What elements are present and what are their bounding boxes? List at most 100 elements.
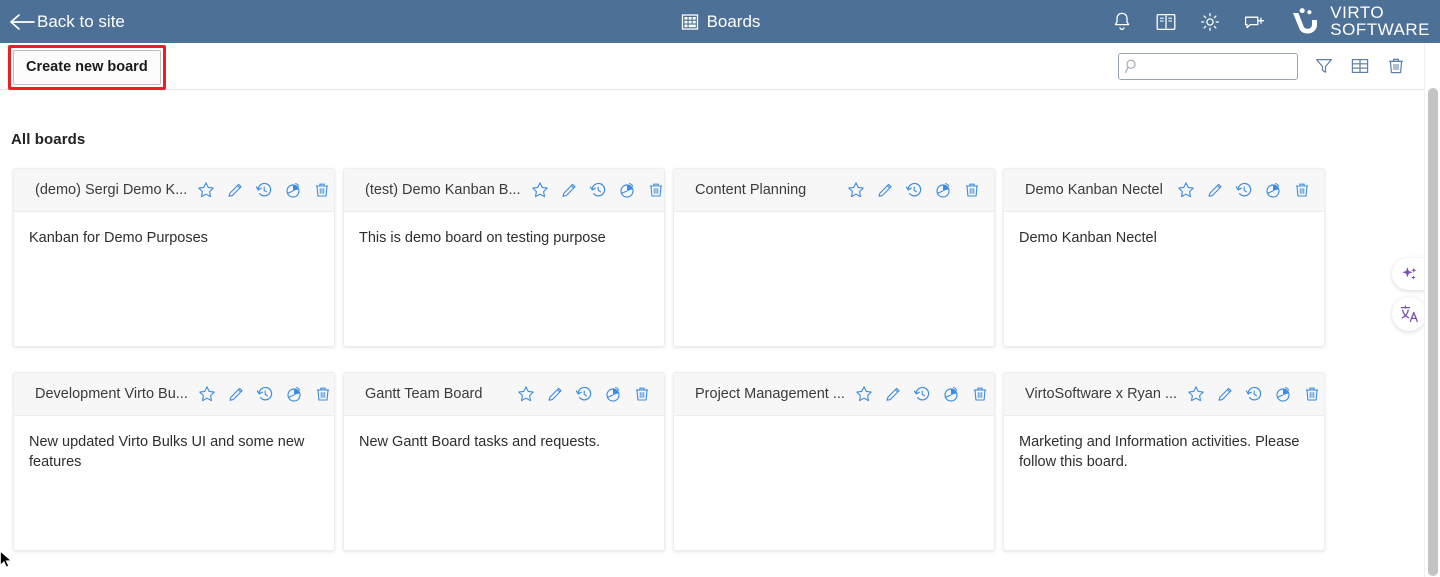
board-card-description: Marketing and Information activities. Pl… bbox=[1019, 434, 1300, 470]
documentation-icon[interactable] bbox=[1154, 10, 1178, 34]
edit-pencil-icon[interactable] bbox=[876, 181, 894, 199]
toolbar-actions bbox=[1118, 52, 1440, 80]
board-card-title[interactable]: Project Management ... bbox=[695, 386, 845, 402]
boards-toolbar: Create new board bbox=[0, 43, 1440, 90]
boards-grid: (demo) Sergi Demo K... Kanban for Demo Pu… bbox=[0, 148, 1406, 551]
board-card-header: Development Virto Bu... bbox=[14, 373, 334, 416]
edit-pencil-icon[interactable] bbox=[884, 385, 902, 403]
board-card-header: (test) Demo Kanban B... bbox=[344, 169, 664, 212]
board-card[interactable]: Development Virto Bu... New updated Virto… bbox=[13, 372, 335, 551]
settings-gear-icon[interactable] bbox=[1198, 10, 1222, 34]
board-card-actions bbox=[1187, 385, 1321, 403]
board-card-title[interactable]: Demo Kanban Nectel bbox=[1025, 182, 1163, 198]
board-card-actions bbox=[847, 181, 981, 199]
translate-button[interactable] bbox=[1392, 297, 1426, 331]
board-card-description: New updated Virto Bulks UI and some new … bbox=[29, 434, 305, 470]
board-card-description bbox=[674, 212, 994, 346]
page-title: Boards bbox=[706, 12, 761, 31]
favorite-star-icon[interactable] bbox=[1187, 385, 1205, 403]
section-title: All boards bbox=[11, 131, 86, 148]
board-card-title[interactable]: Content Planning bbox=[695, 182, 806, 198]
favorite-star-icon[interactable] bbox=[531, 181, 549, 199]
chart-pie-icon[interactable] bbox=[285, 385, 303, 403]
board-card-actions bbox=[198, 385, 332, 403]
edit-pencil-icon[interactable] bbox=[1216, 385, 1234, 403]
chart-pie-icon[interactable] bbox=[604, 385, 622, 403]
delete-trash-icon[interactable] bbox=[313, 181, 331, 199]
board-card-title[interactable]: VirtoSoftware x Ryan ... bbox=[1025, 386, 1177, 402]
back-to-site-link[interactable]: Back to site bbox=[9, 12, 125, 32]
ai-assistant-button[interactable] bbox=[1392, 258, 1428, 290]
board-card-title[interactable]: (test) Demo Kanban B... bbox=[365, 182, 521, 198]
feedback-chat-icon[interactable] bbox=[1242, 10, 1266, 34]
delete-trash-icon[interactable] bbox=[633, 385, 651, 403]
board-card[interactable]: Project Management ... bbox=[673, 372, 995, 551]
board-card-header: VirtoSoftware x Ryan ... bbox=[1004, 373, 1324, 416]
history-clock-icon[interactable] bbox=[1245, 385, 1263, 403]
board-card-actions bbox=[517, 385, 651, 403]
edit-pencil-icon[interactable] bbox=[546, 385, 564, 403]
notifications-icon[interactable] bbox=[1110, 10, 1134, 34]
delete-trash-icon[interactable] bbox=[314, 385, 332, 403]
board-card[interactable]: VirtoSoftware x Ryan ... Marketing and In… bbox=[1003, 372, 1325, 551]
edit-pencil-icon[interactable] bbox=[560, 181, 578, 199]
delete-trash-icon[interactable] bbox=[647, 181, 665, 199]
board-card-title[interactable]: (demo) Sergi Demo K... bbox=[35, 182, 187, 198]
brand-line-2: SOFTWARE bbox=[1330, 19, 1430, 39]
favorite-star-icon[interactable] bbox=[517, 385, 535, 403]
chart-pie-icon[interactable] bbox=[934, 181, 952, 199]
board-card-title[interactable]: Development Virto Bu... bbox=[35, 386, 188, 402]
filter-funnel-icon[interactable] bbox=[1314, 56, 1334, 76]
favorite-star-icon[interactable] bbox=[198, 385, 216, 403]
create-new-board-highlight: Create new board bbox=[8, 45, 166, 90]
delete-trash-icon[interactable] bbox=[1303, 385, 1321, 403]
chart-pie-icon[interactable] bbox=[1264, 181, 1282, 199]
board-card-description: Demo Kanban Nectel bbox=[1019, 230, 1157, 246]
history-clock-icon[interactable] bbox=[589, 181, 607, 199]
history-clock-icon[interactable] bbox=[255, 181, 273, 199]
board-card[interactable]: (demo) Sergi Demo K... Kanban for Demo Pu… bbox=[13, 168, 335, 347]
floating-action-stack bbox=[1392, 258, 1428, 331]
chart-pie-icon[interactable] bbox=[942, 385, 960, 403]
board-card-header: Project Management ... bbox=[674, 373, 994, 416]
delete-trash-icon[interactable] bbox=[971, 385, 989, 403]
board-card[interactable]: (test) Demo Kanban B... This is demo boar… bbox=[343, 168, 665, 347]
favorite-star-icon[interactable] bbox=[855, 385, 873, 403]
board-card-description: This is demo board on testing purpose bbox=[359, 230, 606, 246]
app-header: Back to site Boards VIRTO SOFTWARE bbox=[0, 0, 1440, 43]
history-clock-icon[interactable] bbox=[256, 385, 274, 403]
board-card[interactable]: Content Planning bbox=[673, 168, 995, 347]
delete-trash-icon[interactable] bbox=[1386, 56, 1406, 76]
board-card-description: New Gantt Board tasks and requests. bbox=[359, 434, 600, 450]
favorite-star-icon[interactable] bbox=[847, 181, 865, 199]
header-actions: VIRTO SOFTWARE bbox=[1110, 4, 1440, 39]
history-clock-icon[interactable] bbox=[905, 181, 923, 199]
favorite-star-icon[interactable] bbox=[197, 181, 215, 199]
delete-trash-icon[interactable] bbox=[963, 181, 981, 199]
search-box[interactable] bbox=[1118, 52, 1298, 80]
mouse-cursor bbox=[0, 551, 12, 568]
table-view-icon[interactable] bbox=[1350, 56, 1370, 76]
arrow-left-icon bbox=[10, 13, 35, 30]
edit-pencil-icon[interactable] bbox=[227, 385, 245, 403]
delete-trash-icon[interactable] bbox=[1293, 181, 1311, 199]
history-clock-icon[interactable] bbox=[1235, 181, 1253, 199]
favorite-star-icon[interactable] bbox=[1177, 181, 1195, 199]
chart-pie-icon[interactable] bbox=[284, 181, 302, 199]
vertical-scrollbar-track[interactable] bbox=[1424, 43, 1440, 577]
create-new-board-button[interactable]: Create new board bbox=[13, 50, 161, 85]
board-card-header: Content Planning bbox=[674, 169, 994, 212]
edit-pencil-icon[interactable] bbox=[1206, 181, 1224, 199]
search-input[interactable] bbox=[1118, 52, 1298, 80]
vertical-scrollbar-thumb[interactable] bbox=[1428, 88, 1438, 576]
board-card-actions bbox=[531, 181, 665, 199]
edit-pencil-icon[interactable] bbox=[226, 181, 244, 199]
chart-pie-icon[interactable] bbox=[618, 181, 636, 199]
board-card-title[interactable]: Gantt Team Board bbox=[365, 386, 482, 402]
chart-pie-icon[interactable] bbox=[1274, 385, 1292, 403]
board-card-description: Kanban for Demo Purposes bbox=[29, 230, 208, 246]
history-clock-icon[interactable] bbox=[913, 385, 931, 403]
board-card[interactable]: Gantt Team Board New Gantt Board tasks an… bbox=[343, 372, 665, 551]
board-card[interactable]: Demo Kanban Nectel Demo Kanban Nectel bbox=[1003, 168, 1325, 347]
history-clock-icon[interactable] bbox=[575, 385, 593, 403]
